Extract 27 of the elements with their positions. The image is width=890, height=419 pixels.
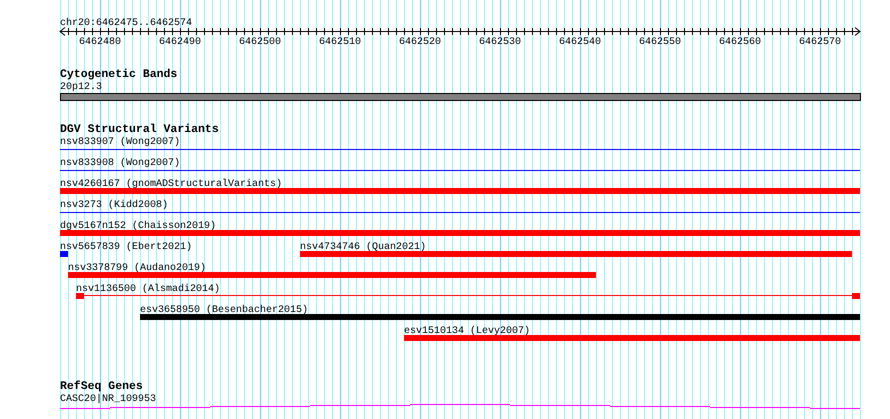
variant-label: nsv4260167 (gnomADStructuralVariants): [60, 179, 282, 190]
variant-label: dgv5167n152 (Chaisson2019): [60, 221, 216, 232]
track-title: RefSeq Genes: [60, 380, 143, 393]
variant-label: esv1510134 (Levy2007): [404, 326, 530, 337]
region-label: chr20:6462475..6462574: [60, 18, 192, 29]
variant-label: esv3658950 (Besenbacher2015): [140, 305, 308, 316]
variant-label: nsv833908 (Wong2007): [60, 158, 180, 169]
ruler-label: 6462540: [559, 37, 601, 48]
ruler-label: 6462490: [159, 37, 201, 48]
ruler-label: 6462500: [239, 37, 281, 48]
gene-label: CASC20|NR_109953: [60, 394, 156, 405]
ruler-label: 6462560: [719, 37, 761, 48]
track-title: DGV Structural Variants: [60, 123, 219, 136]
ruler-label: 6462520: [399, 37, 441, 48]
ruler-label: 6462480: [79, 37, 121, 48]
variant-label: nsv1136500 (Alsmadi2014): [76, 284, 220, 295]
variant-label: nsv4734746 (Quan2021): [300, 242, 426, 253]
ruler-label: 6462530: [479, 37, 521, 48]
ruler-label: 6462570: [799, 37, 841, 48]
band-label: 20p12.3: [60, 82, 102, 93]
variant-label: nsv5657839 (Ebert2021): [60, 242, 192, 253]
ruler-label: 6462510: [319, 37, 361, 48]
ruler-label: 6462550: [639, 37, 681, 48]
variant-label: nsv3273 (Kidd2008): [60, 200, 168, 211]
variant-label: nsv3378799 (Audano2019): [68, 263, 206, 274]
variant-label: nsv833907 (Wong2007): [60, 137, 180, 148]
track-title: Cytogenetic Bands: [60, 68, 178, 81]
